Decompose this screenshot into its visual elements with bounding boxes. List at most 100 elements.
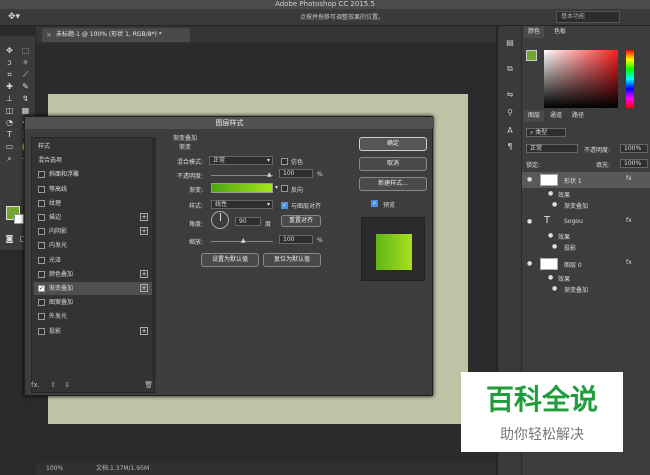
dither-checkbox[interactable] — [281, 158, 288, 165]
lasso-icon[interactable]: ↄ — [4, 58, 15, 68]
adjustments-icon[interactable]: ⇋ — [504, 90, 516, 102]
layer-row-layer0[interactable]: ● 图层 0 fx — [522, 256, 650, 272]
scale-value[interactable]: 100 — [279, 235, 313, 244]
visibility-eye-icon[interactable]: ● — [527, 218, 532, 225]
move-up-icon[interactable]: ⇧ — [50, 381, 56, 389]
opacity-value[interactable]: 100 — [279, 169, 313, 178]
history-brush-icon[interactable]: ↯ — [20, 94, 31, 104]
healing-icon[interactable]: ✚ — [4, 82, 15, 92]
style-item[interactable]: ✓ 渐变叠加 + — [34, 282, 152, 295]
layer-row-shape1[interactable]: ● 形状 1 fx — [522, 172, 650, 188]
layer-opacity-value[interactable]: 100% — [620, 144, 648, 153]
visibility-eye-icon[interactable]: ● — [548, 274, 553, 281]
layer-blend-select[interactable]: 正常 — [526, 144, 578, 153]
angle-value[interactable]: 90 — [235, 217, 261, 226]
type-icon[interactable]: T — [4, 130, 15, 140]
scale-slider-handle[interactable]: ▲ — [241, 237, 246, 244]
character-icon[interactable]: A — [504, 126, 516, 138]
background-color[interactable] — [14, 214, 24, 224]
style-item[interactable]: 内阴影 + — [34, 225, 152, 238]
marquee-icon[interactable]: ⬚ — [20, 46, 31, 56]
add-effect-icon[interactable]: + — [140, 269, 148, 278]
style-item[interactable]: 内发光 — [34, 239, 152, 252]
tab-paths[interactable]: 路径 — [568, 110, 588, 122]
add-effect-icon[interactable]: + — [140, 227, 148, 236]
style-item-checkbox[interactable] — [38, 171, 45, 179]
gradient-icon[interactable]: ▦ — [20, 106, 31, 116]
fx-icon[interactable]: fx — [626, 175, 632, 182]
style-item[interactable]: 外发光 — [34, 310, 152, 323]
add-effect-icon[interactable]: + — [140, 326, 148, 335]
style-item[interactable]: 混合选项 — [34, 154, 152, 167]
style-item-checkbox[interactable] — [38, 185, 45, 193]
color-field[interactable] — [544, 50, 618, 108]
crop-icon[interactable]: ⌗ — [4, 70, 15, 80]
set-default-button[interactable]: 设置为默认值 — [201, 253, 259, 267]
preview-checkbox[interactable]: ✓ — [371, 200, 378, 207]
eraser-icon[interactable]: ◫ — [4, 106, 15, 116]
zoom-level[interactable]: 100% — [46, 463, 63, 475]
style-item[interactable]: 样式 — [34, 140, 152, 153]
reset-alignment-button[interactable]: 重置对齐 — [281, 215, 321, 227]
color-panel-foreground[interactable] — [526, 50, 537, 61]
style-item[interactable]: 光泽 — [34, 254, 152, 267]
style-select[interactable]: 线性 ▾ — [211, 200, 273, 209]
style-item-checkbox[interactable] — [38, 242, 45, 250]
style-item-checkbox[interactable] — [38, 299, 45, 307]
dodge-icon[interactable]: ◔ — [4, 118, 15, 128]
ok-button[interactable]: 确定 — [359, 137, 427, 151]
style-item[interactable]: 投影 + — [34, 325, 152, 338]
properties-icon[interactable]: ⧉ — [504, 64, 516, 76]
visibility-eye-icon[interactable]: ● — [552, 285, 557, 292]
style-item[interactable]: 斜面和浮雕 — [34, 168, 152, 181]
close-tab-icon[interactable]: × — [46, 28, 52, 42]
move-down-icon[interactable]: ⇩ — [64, 381, 70, 389]
chevron-down-icon[interactable]: ▾ — [275, 184, 278, 191]
style-item-checkbox[interactable] — [38, 327, 45, 335]
visibility-eye-icon[interactable]: ● — [527, 176, 532, 183]
move-tool-icon[interactable]: ✥▾ — [8, 12, 20, 22]
opacity-slider[interactable] — [211, 175, 273, 176]
quick-mask-icon[interactable]: ◙ — [4, 234, 15, 244]
style-item[interactable]: 图案叠加 — [34, 296, 152, 309]
style-item-checkbox[interactable]: ✓ — [38, 285, 45, 292]
zoom-icon[interactable]: ⌕ — [4, 154, 15, 164]
style-item[interactable]: 描边 + — [34, 211, 152, 224]
style-item-checkbox[interactable] — [38, 214, 45, 221]
tab-color[interactable]: 颜色 — [524, 26, 545, 38]
style-item-checkbox[interactable] — [38, 199, 45, 207]
move-icon[interactable]: ✥ — [4, 46, 15, 56]
layer-fill-value[interactable]: 100% — [620, 159, 648, 168]
hue-slider[interactable] — [626, 50, 634, 108]
style-item-checkbox[interactable] — [38, 256, 45, 264]
cancel-button[interactable]: 取消 — [359, 157, 427, 171]
style-item-checkbox[interactable] — [38, 313, 45, 321]
blend-mode-select[interactable]: 正常 ▾ — [209, 156, 273, 165]
reset-default-button[interactable]: 复位为默认值 — [263, 253, 321, 267]
history-icon[interactable]: ▤ — [504, 38, 516, 50]
tab-swatches[interactable]: 色板 — [550, 26, 570, 38]
visibility-eye-icon[interactable]: ● — [548, 232, 553, 239]
trash-icon[interactable]: 🗑 — [144, 381, 153, 389]
magic-wand-icon[interactable]: ✧ — [20, 58, 31, 68]
reverse-checkbox[interactable] — [281, 185, 288, 192]
style-item[interactable]: 纹理 — [34, 197, 152, 210]
style-list-scrollbar[interactable] — [152, 138, 156, 378]
document-tab[interactable]: × 未标题-1 @ 100% (形状 1, RGB/8*) * — [42, 28, 190, 42]
style-item[interactable]: 等高线 — [34, 183, 152, 196]
tab-layers[interactable]: 图层 — [524, 110, 545, 122]
stamp-icon[interactable]: ⊥ — [4, 94, 15, 104]
fx-menu-icon[interactable]: fx. — [31, 381, 40, 389]
fx-icon[interactable]: fx — [626, 217, 632, 224]
visibility-eye-icon[interactable]: ● — [527, 260, 532, 267]
angle-dial[interactable] — [211, 211, 229, 229]
style-item-checkbox[interactable] — [38, 228, 45, 236]
fx-icon[interactable]: fx — [626, 259, 632, 266]
opacity-slider-handle[interactable]: ▲ — [267, 171, 272, 178]
style-item[interactable]: 颜色叠加 + — [34, 268, 152, 281]
visibility-eye-icon[interactable]: ● — [552, 243, 557, 250]
align-with-layer-checkbox[interactable]: ✓ — [281, 202, 288, 209]
visibility-eye-icon[interactable]: ● — [548, 190, 553, 197]
brush-icon[interactable]: ✎ — [20, 82, 31, 92]
tab-channels[interactable]: 通道 — [546, 110, 566, 122]
